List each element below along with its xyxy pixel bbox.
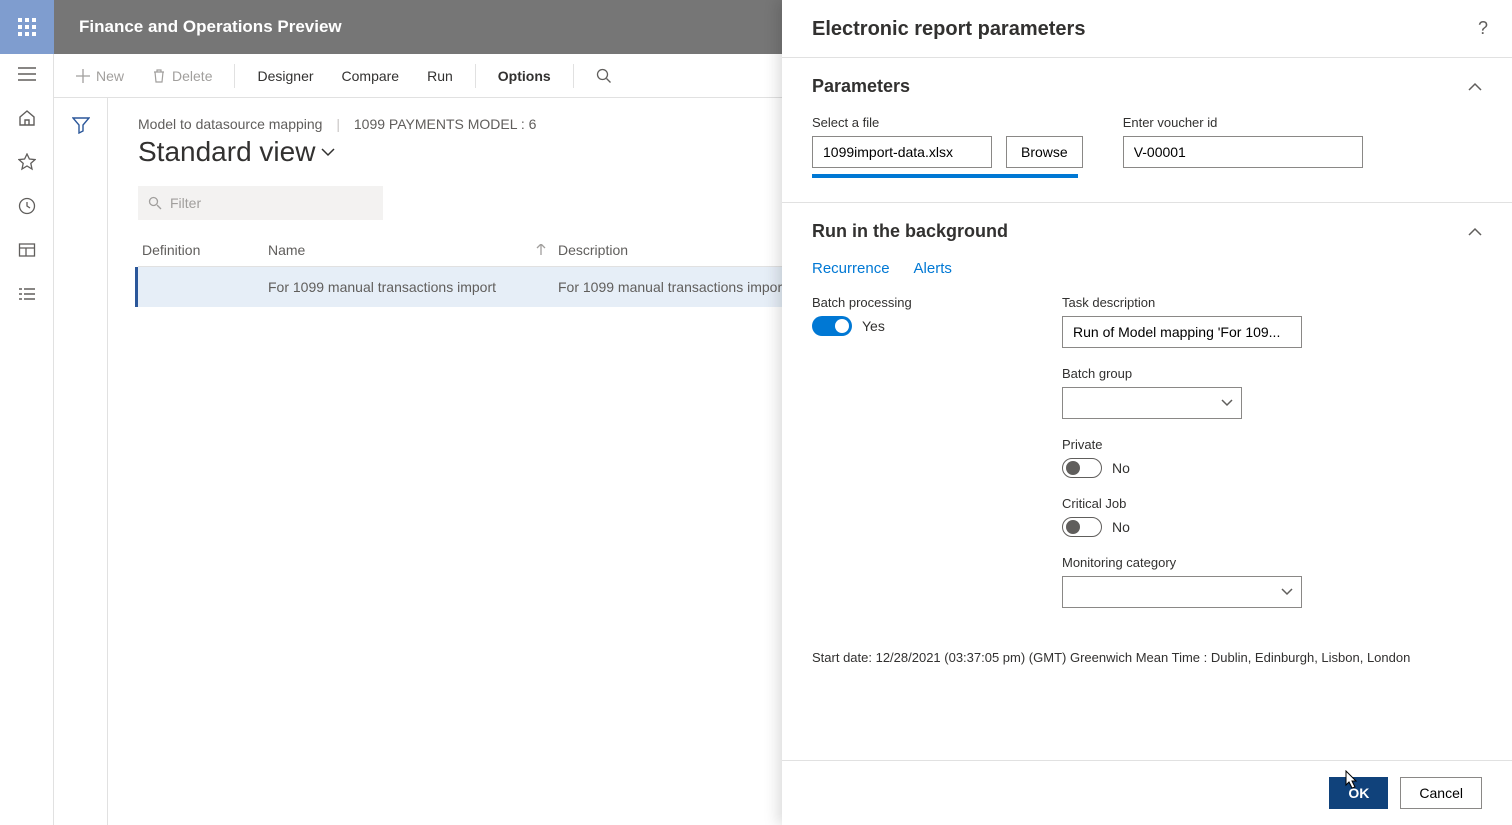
background-section: Run in the background Recurrence Alerts …: [782, 203, 1512, 650]
new-label: New: [96, 68, 124, 84]
hamburger-icon[interactable]: [17, 64, 37, 84]
background-heading: Run in the background: [812, 221, 1008, 242]
star-icon[interactable]: [17, 152, 37, 172]
ok-button[interactable]: OK: [1329, 777, 1388, 809]
report-parameters-panel: ? Electronic report parameters Parameter…: [782, 0, 1512, 825]
search-icon: [148, 196, 162, 210]
background-links: Recurrence Alerts: [812, 260, 1482, 277]
monitoring-category-field: Monitoring category: [1062, 555, 1482, 608]
waffle-icon: [18, 18, 36, 36]
cancel-button[interactable]: Cancel: [1400, 777, 1482, 809]
private-value: No: [1112, 460, 1130, 476]
home-icon[interactable]: [17, 108, 37, 128]
filter-column: [54, 98, 108, 825]
clock-icon[interactable]: [17, 196, 37, 216]
background-heading-row[interactable]: Run in the background: [812, 221, 1482, 242]
separator: [234, 64, 235, 88]
batch-group-field: Batch group: [1062, 366, 1482, 419]
separator: [475, 64, 476, 88]
chevron-down-icon: [321, 147, 335, 157]
task-description-label: Task description: [1062, 295, 1482, 310]
batch-processing-label: Batch processing: [812, 295, 1022, 310]
chevron-down-icon: [1221, 399, 1233, 407]
parameters-section: Parameters Select a file Browse Enter vo…: [782, 58, 1512, 203]
chevron-up-icon: [1468, 82, 1482, 92]
voucher-id-input[interactable]: [1123, 136, 1363, 168]
col-name[interactable]: Name: [268, 242, 558, 258]
app-launcher[interactable]: [0, 0, 54, 54]
delete-button[interactable]: Delete: [142, 62, 222, 90]
search-icon: [596, 68, 612, 84]
alerts-link[interactable]: Alerts: [914, 260, 952, 277]
run-button[interactable]: Run: [417, 62, 463, 90]
browse-button[interactable]: Browse: [1006, 136, 1083, 168]
breadcrumb-b: 1099 PAYMENTS MODEL : 6: [354, 116, 537, 132]
task-description-input[interactable]: [1062, 316, 1302, 348]
critical-job-field: Critical Job No: [1062, 496, 1482, 537]
filter-placeholder: Filter: [170, 195, 201, 211]
search-button[interactable]: [586, 62, 622, 90]
modules-icon[interactable]: [17, 284, 37, 304]
batch-processing-value: Yes: [862, 318, 885, 334]
critical-job-label: Critical Job: [1062, 496, 1482, 511]
monitoring-category-label: Monitoring category: [1062, 555, 1482, 570]
cell-name: For 1099 manual transactions import: [268, 279, 558, 295]
critical-job-toggle[interactable]: [1062, 517, 1102, 537]
upload-progress: [812, 174, 1078, 178]
grid-filter-input[interactable]: Filter: [138, 186, 383, 220]
delete-label: Delete: [172, 68, 212, 84]
select-file-label: Select a file: [812, 115, 1083, 130]
batch-group-label: Batch group: [1062, 366, 1482, 381]
batch-processing-toggle[interactable]: [812, 316, 852, 336]
compare-button[interactable]: Compare: [332, 62, 410, 90]
plus-icon: [76, 69, 90, 83]
designer-button[interactable]: Designer: [247, 62, 323, 90]
panel-body: Parameters Select a file Browse Enter vo…: [782, 57, 1512, 760]
voucher-id-field: Enter voucher id: [1123, 115, 1363, 168]
left-nav-rail: [0, 54, 54, 825]
private-label: Private: [1062, 437, 1482, 452]
breadcrumb-a[interactable]: Model to datasource mapping: [138, 116, 322, 132]
private-field: Private No: [1062, 437, 1482, 478]
recurrence-link[interactable]: Recurrence: [812, 260, 890, 277]
sort-asc-icon: [536, 244, 546, 256]
help-icon[interactable]: ?: [1478, 18, 1488, 39]
funnel-icon[interactable]: [72, 116, 90, 825]
monitoring-category-select[interactable]: [1062, 576, 1302, 608]
chevron-up-icon: [1468, 227, 1482, 237]
batch-processing-field: Batch processing Yes: [812, 295, 1022, 336]
app-title: Finance and Operations Preview: [54, 17, 342, 37]
separator: [573, 64, 574, 88]
parameters-heading-row[interactable]: Parameters: [812, 76, 1482, 97]
trash-icon: [152, 69, 166, 83]
panel-header: Electronic report parameters: [782, 0, 1512, 57]
workspace-icon[interactable]: [17, 240, 37, 260]
select-file-input[interactable]: [812, 136, 992, 168]
chevron-down-icon: [1281, 588, 1293, 596]
task-description-field: Task description: [1062, 295, 1482, 348]
voucher-id-label: Enter voucher id: [1123, 115, 1363, 130]
batch-group-select[interactable]: [1062, 387, 1242, 419]
select-file-field: Select a file Browse: [812, 115, 1083, 178]
private-toggle[interactable]: [1062, 458, 1102, 478]
start-date-text: Start date: 12/28/2021 (03:37:05 pm) (GM…: [782, 650, 1512, 675]
breadcrumb-sep: |: [336, 116, 340, 132]
panel-title: Electronic report parameters: [812, 18, 1482, 41]
col-definition[interactable]: Definition: [138, 242, 268, 258]
new-button[interactable]: New: [66, 62, 134, 90]
critical-job-value: No: [1112, 519, 1130, 535]
panel-footer: OK Cancel: [782, 760, 1512, 825]
options-button[interactable]: Options: [488, 62, 561, 90]
parameters-heading: Parameters: [812, 76, 910, 97]
